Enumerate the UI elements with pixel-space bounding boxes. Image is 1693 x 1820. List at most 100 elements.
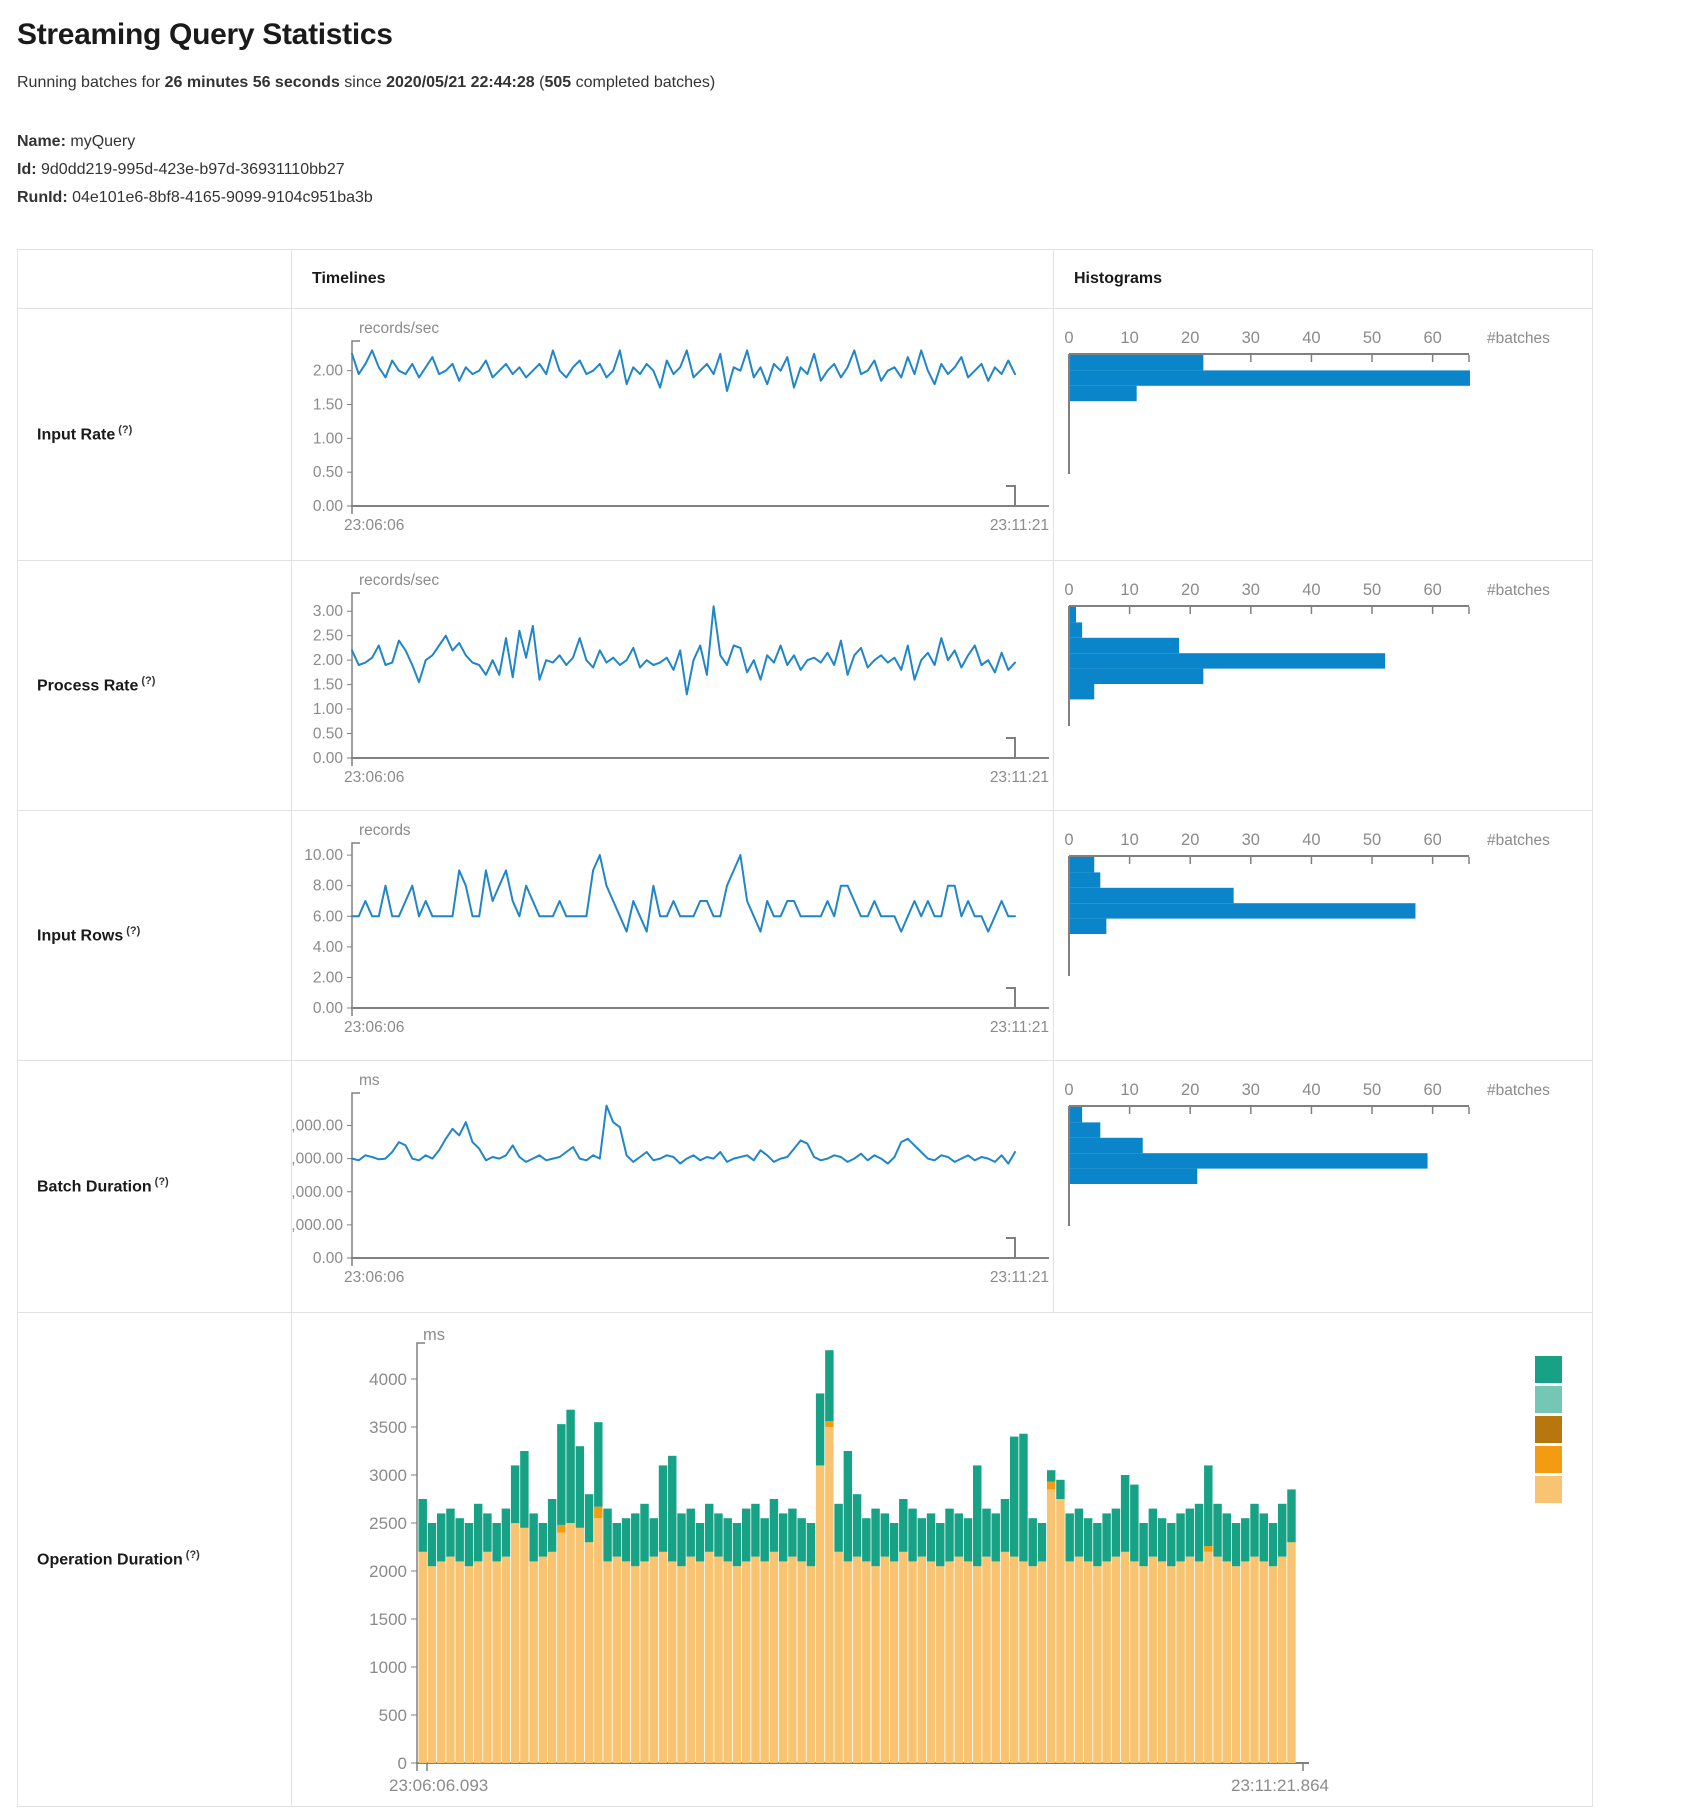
svg-text:23:11:21: 23:11:21 (990, 769, 1049, 786)
batch-duration-label: Batch Duration(?) (37, 1176, 169, 1196)
row-label-batch-duration: Batch Duration(?) (18, 1061, 292, 1312)
svg-text:10: 10 (1120, 831, 1138, 849)
svg-text:2.50: 2.50 (313, 628, 344, 645)
operation-duration-stacked-chart: ms0500100015002000250030003500400023:06:… (292, 1313, 1592, 1806)
svg-text:0: 0 (1064, 1081, 1073, 1099)
svg-text:0.50: 0.50 (313, 464, 344, 481)
row-label-process-rate: Process Rate(?) (18, 561, 292, 810)
batch-duration-help-icon[interactable]: (?) (155, 1176, 169, 1188)
process-rate-label: Process Rate(?) (37, 675, 155, 695)
legend-swatch (1535, 1476, 1562, 1503)
svg-text:records: records (359, 822, 411, 839)
svg-text:30: 30 (1242, 581, 1260, 599)
svg-text:20: 20 (1181, 581, 1199, 599)
svg-text:8.00: 8.00 (313, 878, 344, 895)
process-rate-timeline-cell: records/sec0.000.501.001.502.002.503.002… (292, 561, 1054, 810)
table-header-row: Timelines Histograms (18, 250, 1592, 308)
query-name-value: myQuery (70, 133, 135, 150)
svg-text:#batches: #batches (1487, 1082, 1550, 1099)
header-histograms: Histograms (1054, 250, 1592, 308)
svg-text:3.00: 3.00 (313, 603, 344, 620)
svg-text:1500: 1500 (369, 1610, 407, 1629)
svg-text:23:06:06: 23:06:06 (344, 517, 404, 534)
svg-text:40: 40 (1302, 329, 1320, 347)
svg-text:10.00: 10.00 (304, 847, 343, 864)
svg-text:0: 0 (1064, 581, 1073, 599)
legend-swatch (1535, 1446, 1562, 1473)
svg-text:60: 60 (1423, 1081, 1441, 1099)
svg-text:4.00: 4.00 (313, 939, 344, 956)
input-rows-histogram-cell: 0102030405060#batches (1054, 811, 1592, 1060)
query-name-row: Name: myQuery (17, 128, 1693, 155)
svg-text:4,000.00: 4,000.00 (292, 1118, 343, 1135)
input-rows-help-icon[interactable]: (?) (126, 925, 140, 937)
svg-text:6.00: 6.00 (313, 908, 344, 925)
batch-duration-label-text: Batch Duration (37, 1179, 152, 1196)
svg-text:40: 40 (1302, 1081, 1320, 1099)
legend-swatch (1535, 1416, 1562, 1443)
svg-text:50: 50 (1363, 329, 1381, 347)
input-rows-label-text: Input Rows (37, 928, 123, 945)
svg-text:0: 0 (1064, 329, 1073, 347)
batch-duration-timeline-chart: ms0.001,000.002,000.003,000.004,000.0023… (292, 1061, 1054, 1312)
svg-text:#batches: #batches (1487, 582, 1550, 599)
input-rate-timeline-chart: records/sec0.000.501.001.502.0023:06:062… (292, 309, 1054, 560)
input-rate-histogram-cell: 0102030405060#batches (1054, 309, 1592, 560)
batch-duration-histogram-cell: 0 10 20 30 40 50 60 #batches (1054, 1061, 1592, 1312)
header-timelines: Timelines (292, 250, 1054, 308)
svg-text:50: 50 (1363, 831, 1381, 849)
input-rate-label-text: Input Rate (37, 427, 115, 444)
svg-text:4000: 4000 (369, 1370, 407, 1389)
summary-since: since (340, 74, 386, 91)
summary-paren: ( (535, 74, 545, 91)
svg-text:40: 40 (1302, 581, 1320, 599)
svg-text:3,000.00: 3,000.00 (292, 1151, 343, 1168)
operation-duration-help-icon[interactable]: (?) (186, 1549, 200, 1561)
batch-duration-histogram-chart: 0 10 20 30 40 50 60 #batches (1054, 1061, 1591, 1312)
svg-text:30: 30 (1242, 1081, 1260, 1099)
svg-text:2000: 2000 (369, 1562, 407, 1581)
svg-text:1000: 1000 (369, 1658, 407, 1677)
svg-text:1.50: 1.50 (313, 397, 344, 414)
svg-text:10: 10 (1120, 581, 1138, 599)
input-rate-timeline-cell: records/sec0.000.501.001.502.0023:06:062… (292, 309, 1054, 560)
table-row: Process Rate(?) records/sec0.000.501.001… (18, 560, 1592, 810)
svg-text:50: 50 (1363, 1081, 1381, 1099)
input-rows-histogram-chart: 0102030405060#batches (1054, 811, 1591, 1060)
svg-text:23:06:06: 23:06:06 (344, 769, 404, 786)
summary-prefix: Running batches for (17, 74, 165, 91)
svg-text:23:06:06: 23:06:06 (344, 1269, 404, 1286)
svg-text:50: 50 (1363, 581, 1381, 599)
running-duration: 26 minutes 56 seconds (165, 74, 340, 91)
svg-text:3000: 3000 (369, 1466, 407, 1485)
svg-text:1.00: 1.00 (313, 430, 344, 447)
input-rate-label: Input Rate(?) (37, 424, 132, 444)
svg-text:0.00: 0.00 (313, 750, 344, 767)
svg-text:2,000.00: 2,000.00 (292, 1184, 343, 1201)
svg-text:2.00: 2.00 (313, 969, 344, 986)
svg-text:1.50: 1.50 (313, 677, 344, 694)
running-batches-summary: Running batches for 26 minutes 56 second… (17, 74, 1693, 92)
svg-text:23:06:06: 23:06:06 (344, 1019, 404, 1036)
query-name-label: Name: (17, 133, 66, 150)
svg-text:#batches: #batches (1487, 832, 1550, 849)
process-rate-help-icon[interactable]: (?) (141, 675, 155, 687)
svg-text:0.00: 0.00 (313, 1250, 344, 1267)
input-rate-histogram-chart: 0102030405060#batches (1054, 309, 1591, 560)
query-runid-value: 04e101e6-8bf8-4165-9099-9104c951ba3b (72, 189, 373, 206)
svg-text:20: 20 (1181, 1081, 1199, 1099)
svg-text:records/sec: records/sec (359, 320, 439, 337)
svg-text:1,000.00: 1,000.00 (292, 1217, 343, 1234)
start-timestamp: 2020/05/21 22:44:28 (386, 74, 535, 91)
query-runid-row: RunId: 04e101e6-8bf8-4165-9099-9104c951b… (17, 184, 1693, 211)
svg-text:40: 40 (1302, 831, 1320, 849)
input-rate-help-icon[interactable]: (?) (118, 424, 132, 436)
svg-text:records/sec: records/sec (359, 572, 439, 589)
statistics-table: Timelines Histograms Input Rate(?) recor… (17, 249, 1593, 1807)
svg-text:2.00: 2.00 (313, 363, 344, 380)
svg-text:10: 10 (1120, 1081, 1138, 1099)
svg-text:23:11:21: 23:11:21 (990, 517, 1049, 534)
svg-text:0: 0 (398, 1754, 407, 1773)
svg-text:23:06:06.093: 23:06:06.093 (389, 1776, 488, 1795)
legend-swatch (1535, 1386, 1562, 1413)
